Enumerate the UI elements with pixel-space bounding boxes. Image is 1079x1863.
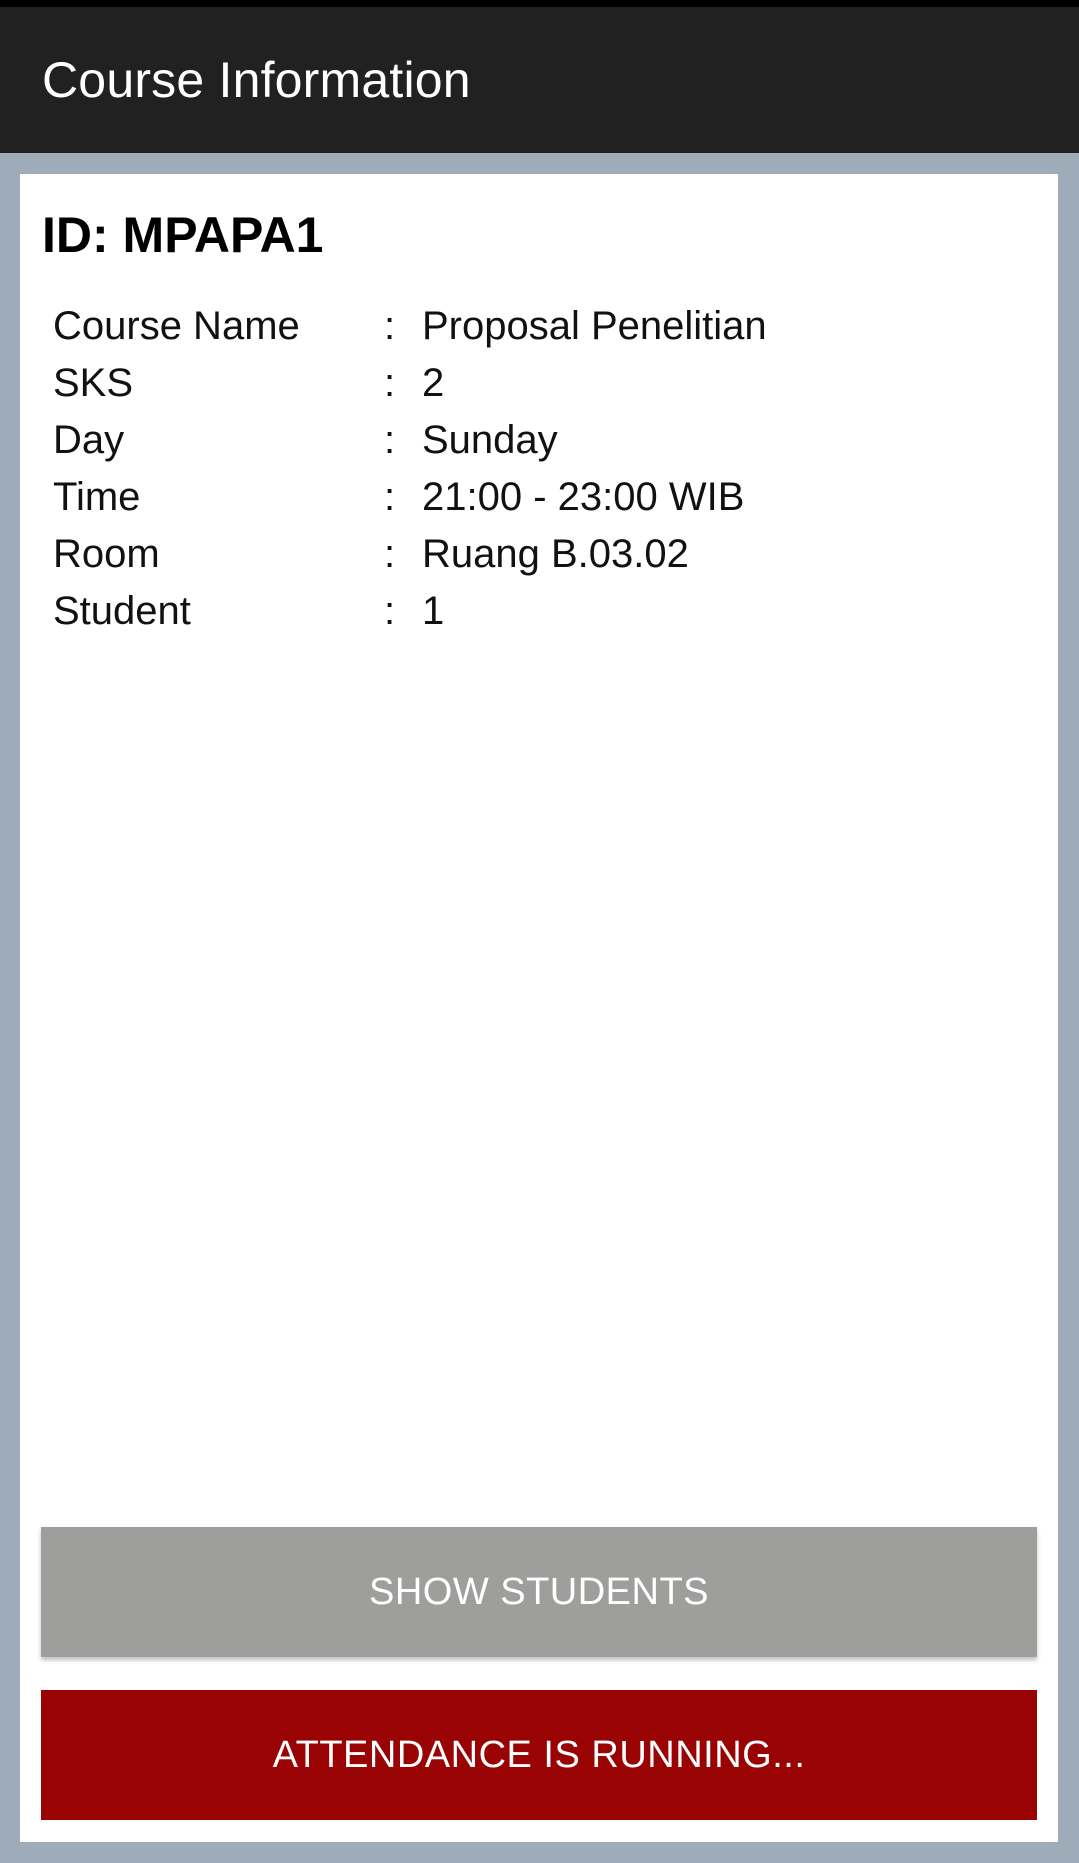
info-label: Room	[53, 532, 160, 576]
info-label: Course Name	[53, 304, 300, 348]
info-value: 21:00 - 23:00 WIB	[422, 475, 745, 519]
info-row-student: Student : 1	[53, 583, 1013, 640]
app-bar: Course Information	[0, 7, 1079, 153]
info-label: Student	[53, 589, 191, 633]
status-bar-edge	[0, 0, 1079, 7]
info-separator: :	[384, 475, 396, 519]
info-separator: :	[384, 418, 396, 462]
info-row-room: Room : Ruang B.03.02	[53, 526, 1013, 583]
info-value: Sunday	[422, 418, 558, 462]
info-separator: :	[384, 589, 396, 633]
info-separator: :	[384, 361, 396, 405]
info-value: 1	[422, 589, 445, 633]
info-separator: :	[384, 304, 396, 348]
course-info-table: Course Name : Proposal Penelitian SKS : …	[53, 298, 1013, 640]
info-value: 2	[422, 361, 445, 405]
info-row-course-name: Course Name : Proposal Penelitian	[53, 298, 1013, 355]
course-card: ID: MPAPA1 Course Name : Proposal Peneli…	[20, 174, 1058, 1842]
info-value: Ruang B.03.02	[422, 532, 689, 576]
info-label: SKS	[53, 361, 134, 405]
show-students-button[interactable]: SHOW STUDENTS	[41, 1527, 1037, 1657]
info-row-sks: SKS : 2	[53, 355, 1013, 412]
info-row-time: Time : 21:00 - 23:00 WIB	[53, 469, 1013, 526]
info-row-day: Day : Sunday	[53, 412, 1013, 469]
info-separator: :	[384, 532, 396, 576]
info-label: Day	[53, 418, 125, 462]
info-value: Proposal Penelitian	[422, 304, 767, 348]
page-title: Course Information	[42, 52, 471, 108]
info-label: Time	[53, 475, 141, 519]
attendance-running-button[interactable]: ATTENDANCE IS RUNNING...	[41, 1690, 1037, 1820]
course-id: ID: MPAPA1	[42, 207, 324, 263]
